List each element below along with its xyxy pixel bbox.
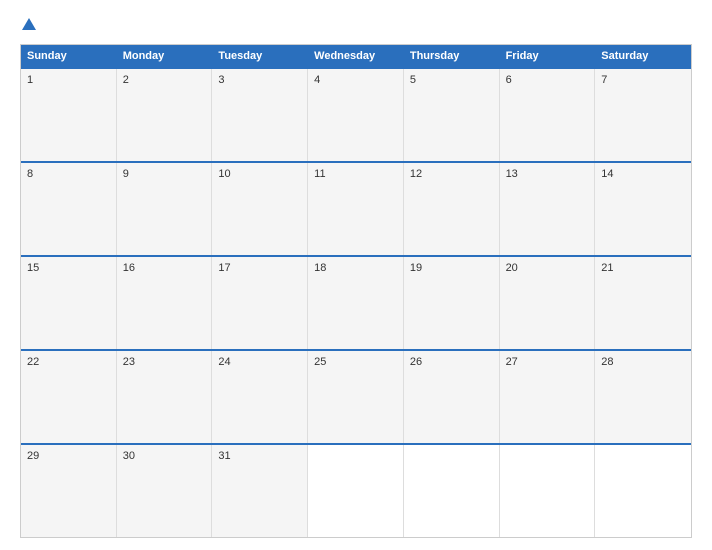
week-row-5: 29 30 31 [21,443,691,537]
day-cell-27: 27 [500,351,596,443]
day-cell-20: 20 [500,257,596,349]
week-row-1: 1234567 [21,67,691,161]
day-number: 30 [123,450,206,462]
day-header-sunday: Sunday [21,45,117,67]
day-number: 31 [218,450,301,462]
day-cell-14: 14 [595,163,691,255]
day-number: 1 [27,74,110,86]
day-header-thursday: Thursday [404,45,500,67]
day-number: 27 [506,356,589,368]
day-cell-empty [404,445,500,537]
day-cell-23: 23 [117,351,213,443]
day-number: 15 [27,262,110,274]
day-number: 17 [218,262,301,274]
day-cell-7: 7 [595,69,691,161]
day-number: 13 [506,168,589,180]
day-number: 2 [123,74,206,86]
calendar-header-row: SundayMondayTuesdayWednesdayThursdayFrid… [21,45,691,67]
day-number: 14 [601,168,685,180]
day-cell-25: 25 [308,351,404,443]
day-number: 20 [506,262,589,274]
day-cell-empty [500,445,596,537]
day-number: 7 [601,74,685,86]
day-number: 21 [601,262,685,274]
week-row-3: 15 16 17 18 19 20 21 [21,255,691,349]
logo-triangle-icon [22,18,36,30]
day-number: 4 [314,74,397,86]
day-header-wednesday: Wednesday [308,45,404,67]
day-cell-21: 21 [595,257,691,349]
day-number: 26 [410,356,493,368]
day-cell-6: 6 [500,69,596,161]
day-cell-28: 28 [595,351,691,443]
day-cell-19: 19 [404,257,500,349]
page-header [20,18,692,32]
logo [20,18,37,32]
calendar-page: SundayMondayTuesdayWednesdayThursdayFrid… [0,0,712,550]
day-number: 8 [27,168,110,180]
day-cell-1: 1 [21,69,117,161]
day-number: 19 [410,262,493,274]
day-header-friday: Friday [500,45,596,67]
day-number: 28 [601,356,685,368]
day-cell-4: 4 [308,69,404,161]
day-number: 29 [27,450,110,462]
day-number: 9 [123,168,206,180]
day-number: 3 [218,74,301,86]
day-cell-11: 11 [308,163,404,255]
week-row-4: 22 23 24 25 26 27 28 [21,349,691,443]
day-cell-16: 16 [117,257,213,349]
day-number: 12 [410,168,493,180]
day-number: 25 [314,356,397,368]
day-number: 22 [27,356,110,368]
day-cell-17: 17 [212,257,308,349]
day-number: 6 [506,74,589,86]
day-cell-13: 13 [500,163,596,255]
day-number: 10 [218,168,301,180]
day-header-tuesday: Tuesday [212,45,308,67]
week-row-2: 8 9 10 11 12 13 14 [21,161,691,255]
day-cell-18: 18 [308,257,404,349]
day-cell-12: 12 [404,163,500,255]
day-cell-26: 26 [404,351,500,443]
day-cell-15: 15 [21,257,117,349]
day-cell-22: 22 [21,351,117,443]
day-cell-9: 9 [117,163,213,255]
day-cell-2: 2 [117,69,213,161]
day-header-monday: Monday [117,45,213,67]
day-cell-31: 31 [212,445,308,537]
day-cell-10: 10 [212,163,308,255]
day-number: 23 [123,356,206,368]
day-cell-30: 30 [117,445,213,537]
day-cell-empty [308,445,404,537]
day-number: 18 [314,262,397,274]
day-number: 11 [314,168,397,180]
day-cell-8: 8 [21,163,117,255]
day-number: 24 [218,356,301,368]
day-number: 16 [123,262,206,274]
day-cell-empty [595,445,691,537]
day-cell-3: 3 [212,69,308,161]
day-header-saturday: Saturday [595,45,691,67]
day-cell-24: 24 [212,351,308,443]
day-cell-29: 29 [21,445,117,537]
day-number: 5 [410,74,493,86]
day-cell-5: 5 [404,69,500,161]
calendar-grid: SundayMondayTuesdayWednesdayThursdayFrid… [20,44,692,538]
